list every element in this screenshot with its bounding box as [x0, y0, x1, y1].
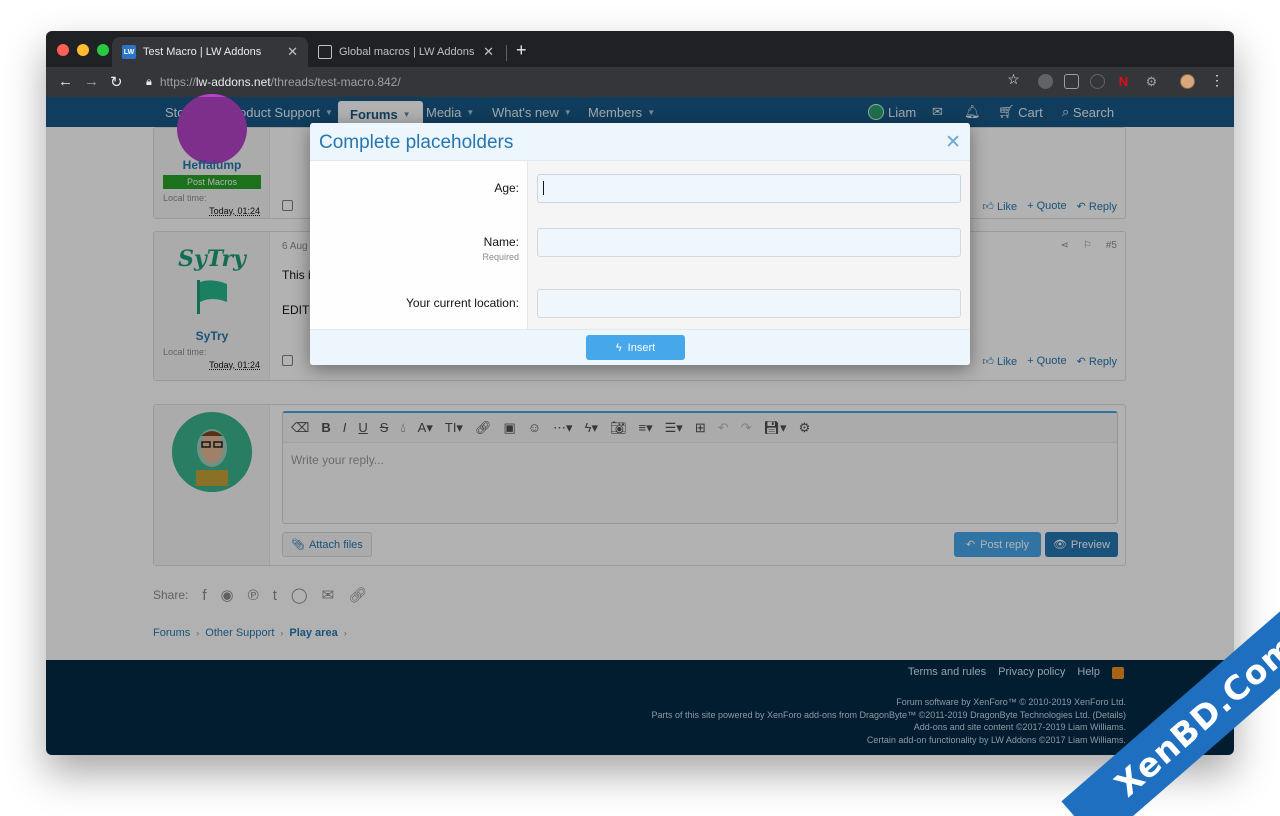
- text-caret: [543, 181, 544, 195]
- browser-toolbar: ← → ↻ 🔒︎ https://lw-addons.net/threads/t…: [46, 67, 1234, 97]
- address-bar[interactable]: 🔒︎ https://lw-addons.net/threads/test-ma…: [134, 70, 1034, 94]
- shield-extension-icon[interactable]: [1038, 74, 1053, 89]
- close-tab-icon[interactable]: ✕: [483, 44, 494, 60]
- watermark-text: XenBD.Com: [1061, 600, 1280, 816]
- url-text: https://lw-addons.net/threads/test-macro…: [159, 75, 401, 89]
- bookmark-star-icon[interactable]: ☆: [1006, 71, 1021, 87]
- watermark-ribbon: XenBD.Com: [1050, 600, 1280, 816]
- tab-title: Global macros | LW Addons - A: [339, 46, 478, 58]
- name-label: Name:: [483, 235, 519, 249]
- profile-avatar-icon[interactable]: [1180, 74, 1195, 89]
- lw-addons-favicon-icon: LW: [122, 45, 136, 59]
- gear-extension-icon[interactable]: ⚙: [1144, 74, 1159, 89]
- document-favicon-icon: [318, 45, 332, 59]
- name-required-hint: Required: [482, 252, 519, 262]
- maximize-window-button[interactable]: [97, 44, 109, 56]
- minimize-window-button[interactable]: [77, 44, 89, 56]
- insert-button[interactable]: ϟ Insert: [586, 335, 685, 360]
- tab-test-macro[interactable]: LW Test Macro | LW Addons ✕: [112, 37, 308, 67]
- age-input[interactable]: [537, 174, 961, 203]
- tab-global-macros[interactable]: Global macros | LW Addons - A ✕: [308, 37, 504, 67]
- dialog-title: Complete placeholders: [319, 132, 514, 153]
- close-icon[interactable]: ✕: [945, 131, 961, 154]
- lock-icon: 🔒︎: [146, 75, 152, 88]
- dialog-footer: ϟ Insert: [310, 329, 970, 365]
- complete-placeholders-dialog: Complete placeholders ✕ Age: Name: Requi…: [310, 123, 970, 365]
- info-extension-icon[interactable]: [1090, 74, 1105, 89]
- tab-title: Test Macro | LW Addons: [143, 46, 262, 58]
- browser-menu-icon[interactable]: ⋮: [1210, 72, 1224, 89]
- reload-icon[interactable]: ↻: [110, 73, 123, 91]
- close-window-button[interactable]: [57, 44, 69, 56]
- close-tab-icon[interactable]: ✕: [287, 44, 298, 60]
- netflix-extension-icon[interactable]: N: [1116, 74, 1131, 89]
- age-label: Age:: [494, 181, 519, 195]
- location-input[interactable]: [537, 289, 961, 318]
- forward-arrow-icon[interactable]: →: [84, 73, 99, 90]
- bolt-icon: ϟ: [615, 341, 622, 354]
- new-tab-icon[interactable]: +: [516, 40, 527, 61]
- name-input[interactable]: [537, 228, 961, 257]
- tab-strip: LW Test Macro | LW Addons ✕ Global macro…: [46, 31, 1234, 67]
- tab-separator: [506, 45, 507, 61]
- back-arrow-icon[interactable]: ←: [58, 73, 73, 90]
- location-label: Your current location:: [406, 296, 519, 310]
- mask-extension-icon[interactable]: [1064, 74, 1079, 89]
- dialog-header: Complete placeholders ✕: [310, 123, 970, 161]
